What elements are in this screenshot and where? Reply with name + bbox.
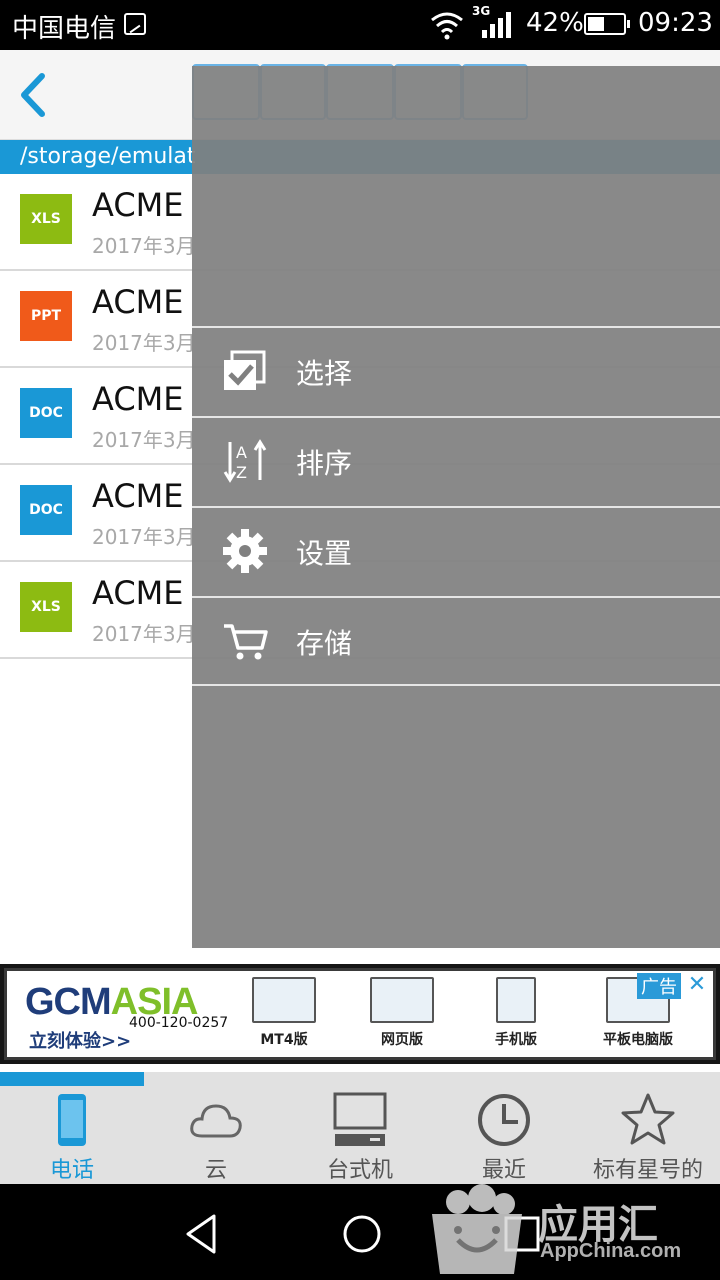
desktop-icon	[333, 1092, 387, 1146]
signal-icon	[482, 12, 511, 38]
file-date: 2017年3月	[92, 428, 196, 452]
clock: 09:23	[638, 8, 713, 38]
battery-percent: 42%	[526, 8, 584, 38]
ad-banner[interactable]: GCMASIA 立刻体验>> 400-120-0257 MT4版 网页版 手机版…	[0, 964, 720, 1064]
svg-text:A: A	[236, 443, 247, 462]
file-type-icon: XLS	[20, 194, 72, 244]
watermark-subtitle: AppChina.com	[540, 1240, 682, 1262]
tab-cloud[interactable]: 云	[144, 1086, 288, 1184]
cloud-icon	[190, 1104, 242, 1138]
phone-icon	[58, 1094, 86, 1146]
overflow-menu: 选择 A Z 排序 设置 存储	[192, 66, 720, 948]
file-type-icon: XLS	[20, 582, 72, 632]
cart-icon	[224, 624, 268, 660]
ad-product: 网页版	[357, 977, 447, 1057]
checkbox-icon	[224, 350, 266, 390]
bottom-nav: 电话 云 台式机 最近 标有星号的	[0, 1086, 720, 1184]
tab-phone[interactable]: 电话	[0, 1086, 144, 1184]
svg-text:Z: Z	[236, 463, 247, 482]
ad-label: 广告	[637, 973, 681, 999]
ad-tagline: 立刻体验>>	[29, 1031, 132, 1052]
file-type-icon: DOC	[20, 485, 72, 535]
ad-product: MT4版	[239, 977, 329, 1057]
menu-item-label: 设置	[296, 537, 353, 570]
sort-az-icon: A Z	[223, 439, 267, 483]
file-name: ACME	[92, 574, 184, 612]
file-date: 2017年3月	[92, 622, 196, 646]
file-name: ACME	[92, 380, 184, 418]
ad-phone: 400-120-0257	[129, 1015, 229, 1031]
wifi-icon	[431, 12, 463, 40]
file-date: 2017年3月	[92, 525, 196, 549]
menu-item-label: 存储	[296, 627, 353, 660]
star-icon	[621, 1093, 675, 1145]
file-type-icon: DOC	[20, 388, 72, 438]
file-name: ACME	[92, 283, 184, 321]
gear-icon	[223, 529, 267, 573]
back-icon[interactable]	[10, 70, 60, 120]
file-date: 2017年3月	[92, 234, 196, 258]
clock-icon	[478, 1094, 530, 1146]
file-date: 2017年3月	[92, 331, 196, 355]
tab-indicator	[0, 1072, 720, 1086]
file-name: ACME	[92, 477, 184, 515]
appchina-logo-icon	[432, 1184, 522, 1274]
file-name: ACME	[92, 186, 184, 224]
status-bar: 中国电信 3G 42% 09:23	[0, 0, 720, 50]
menu-item-storage[interactable]: 存储	[192, 596, 720, 684]
close-icon[interactable]: ✕	[685, 973, 709, 997]
tab-desktop[interactable]: 台式机	[288, 1086, 432, 1184]
menu-item-settings[interactable]: 设置	[192, 506, 720, 594]
carrier-name: 中国电信	[12, 14, 117, 44]
watermark: 应用汇 AppChina.com	[420, 1180, 720, 1280]
battery-icon	[584, 13, 630, 35]
image-notification-icon	[124, 13, 146, 35]
menu-item-select[interactable]: 选择	[192, 326, 720, 414]
file-type-icon: PPT	[20, 291, 72, 341]
menu-divider	[192, 684, 720, 686]
ad-product: 手机版	[471, 977, 561, 1057]
back-nav-icon[interactable]	[180, 1212, 224, 1256]
tab-starred[interactable]: 标有星号的	[576, 1086, 720, 1184]
menu-item-label: 选择	[296, 357, 353, 390]
ad-content[interactable]: GCMASIA 立刻体验>> 400-120-0257 MT4版 网页版 手机版…	[4, 968, 716, 1060]
tab-recent[interactable]: 最近	[432, 1086, 576, 1184]
home-nav-icon[interactable]	[340, 1212, 384, 1256]
menu-item-label: 排序	[296, 447, 353, 480]
menu-item-sort[interactable]: A Z 排序	[192, 416, 720, 504]
